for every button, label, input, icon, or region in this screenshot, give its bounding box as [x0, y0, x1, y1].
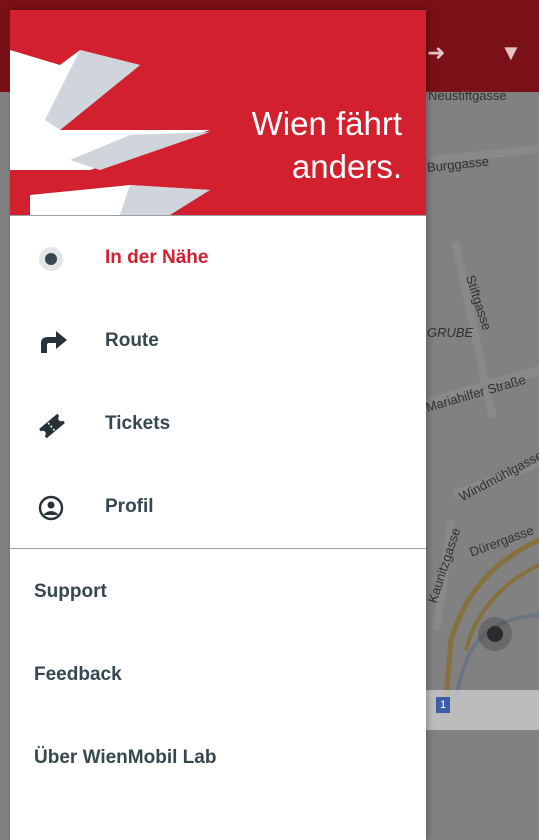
menu-item-label: Support [34, 581, 107, 602]
menu-item-label: Feedback [34, 664, 122, 685]
header-divider [10, 215, 426, 216]
nav-item-tickets[interactable]: Tickets [10, 394, 426, 454]
menu-item-feedback[interactable]: Feedback [10, 647, 426, 703]
route-arrow-icon [38, 329, 67, 355]
location-dot-icon [38, 246, 64, 272]
drawer-header: Wien fährt anders. [10, 10, 426, 215]
current-location-marker [478, 617, 512, 651]
slogan-line-1: Wien fährt [251, 105, 402, 142]
route-arrow-icon[interactable]: ➜ [427, 40, 445, 66]
menu-item-support[interactable]: Support [10, 564, 426, 620]
line-badge: 1 [436, 697, 450, 713]
section-divider [10, 548, 426, 549]
nav-item-label: In der Nähe [105, 247, 209, 268]
profile-icon [38, 495, 64, 521]
nav-item-profile[interactable]: Profil [10, 477, 426, 537]
menu-item-about[interactable]: Über WienMobil Lab [10, 730, 426, 786]
nav-item-nearby[interactable]: In der Nähe [10, 228, 426, 288]
ticket-icon [38, 412, 65, 438]
navigation-drawer: Wien fährt anders. In der Nähe Route Tic… [10, 10, 426, 840]
slogan-line-2: anders. [291, 148, 402, 185]
nav-item-label: Tickets [105, 413, 171, 434]
nav-item-label: Profil [105, 496, 154, 517]
menu-item-label: Über WienMobil Lab [34, 747, 217, 768]
header-slogan: Wien fährt anders. [252, 102, 402, 188]
nav-item-route[interactable]: Route [10, 311, 426, 371]
filter-icon[interactable]: ▼ [500, 40, 522, 66]
nav-item-label: Route [105, 330, 159, 351]
